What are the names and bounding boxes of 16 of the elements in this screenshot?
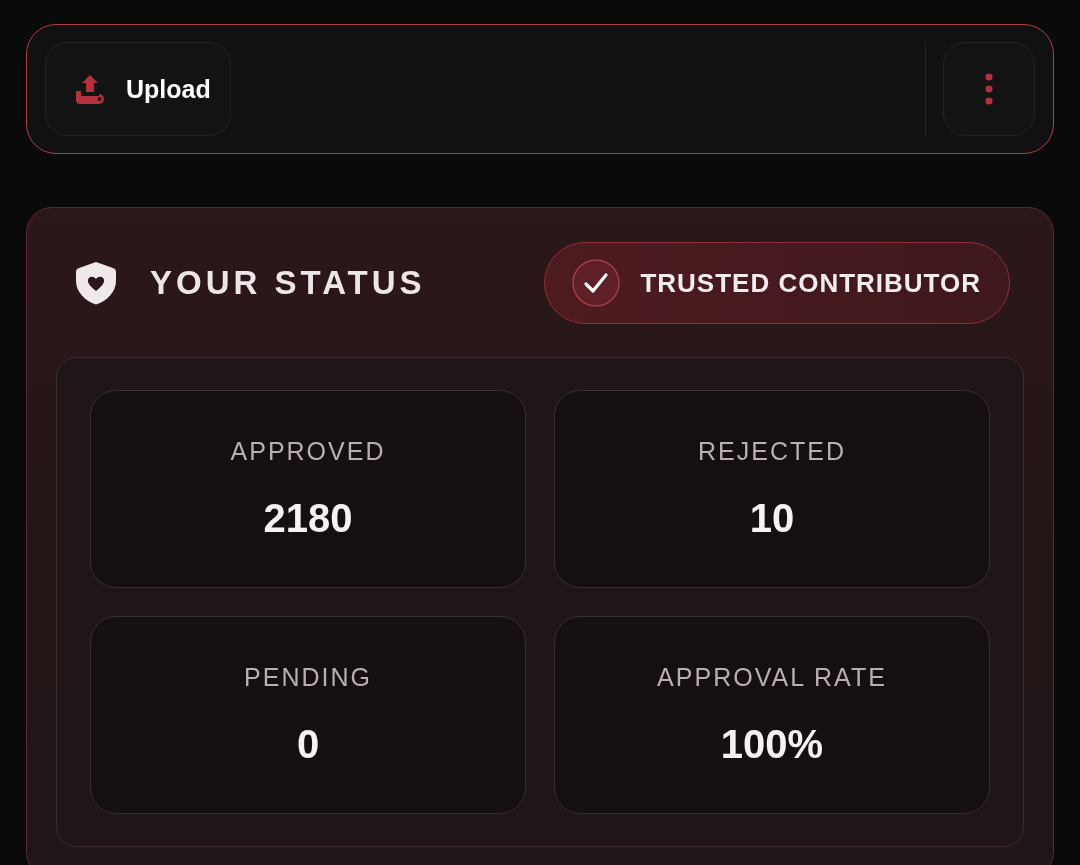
status-title: YOUR STATUS <box>150 264 426 302</box>
stat-value: 2180 <box>263 496 353 541</box>
check-circle-icon <box>572 259 621 307</box>
stat-label: REJECTED <box>698 437 846 466</box>
stat-label: APPROVAL RATE <box>657 663 887 692</box>
more-button[interactable] <box>943 42 1035 136</box>
upload-icon <box>74 73 106 105</box>
stat-label: PENDING <box>244 663 372 692</box>
stat-label: APPROVED <box>230 437 386 466</box>
more-vertical-icon <box>985 73 993 105</box>
upload-button[interactable]: Upload <box>45 42 231 136</box>
stat-value: 0 <box>296 722 320 767</box>
stat-value: 10 <box>749 496 795 541</box>
shield-heart-icon <box>76 261 116 305</box>
badge-label: TRUSTED CONTRIBUTOR <box>640 267 981 299</box>
stat-value: 100% <box>720 722 824 767</box>
